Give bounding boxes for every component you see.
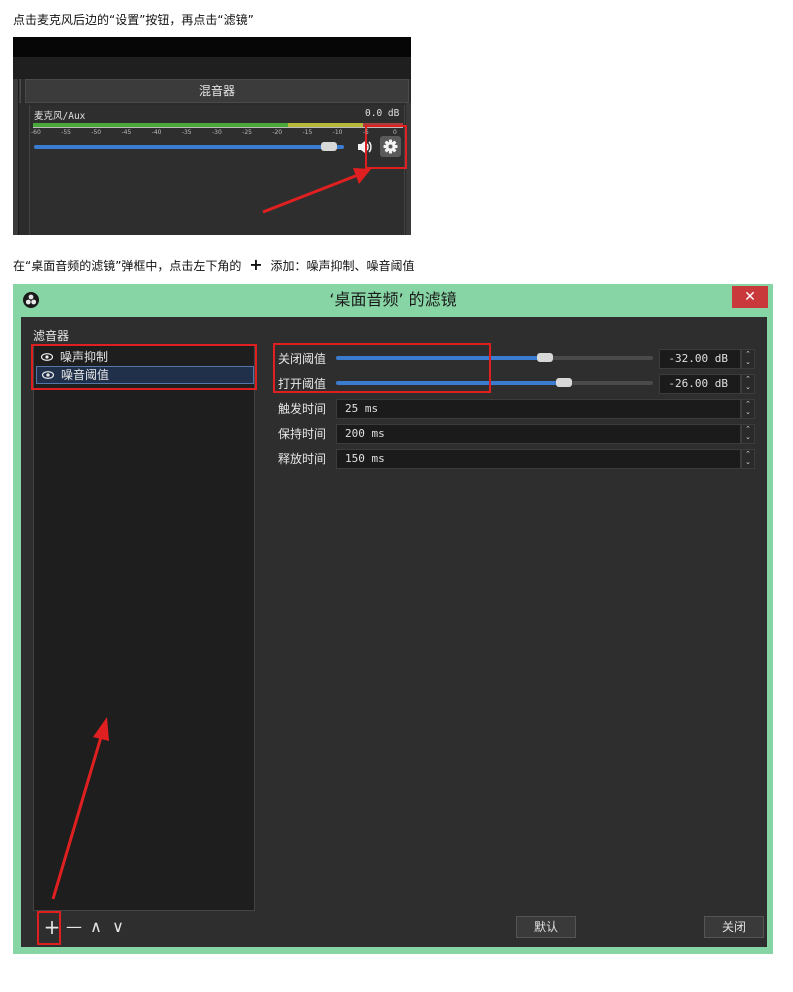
- mixer-source-name: 麦克风/Aux: [34, 111, 86, 122]
- annotation-arrow-add: [51, 717, 109, 900]
- annotation-highlight-filters: [31, 344, 257, 390]
- move-down-button[interactable]: ∨: [107, 916, 129, 940]
- meter-tick-label: -45: [121, 129, 132, 136]
- annotation-highlight-thresholds: [273, 343, 491, 393]
- filters-window: ‘桌面音频’ 的滤镜 ✕ 滤音器 噪声抑制 噪音阈值 关闭阈值 -32.00 d…: [13, 284, 773, 954]
- defaults-button[interactable]: 默认: [516, 916, 576, 938]
- left-dock-edge: [13, 79, 19, 235]
- open-threshold-input[interactable]: -26.00 dB: [659, 374, 741, 394]
- obs-logo-icon: [23, 292, 39, 308]
- release-time-input[interactable]: 150 ms: [336, 449, 741, 469]
- meter-tick-label: -40: [151, 129, 162, 136]
- open-threshold-slider-handle[interactable]: [556, 378, 573, 387]
- mixer-screenshot: 混音器 麦克风/Aux 0.0 dB -60 -55 -50 -45 -40 -…: [13, 37, 411, 235]
- attack-time-label: 触发时间: [278, 402, 327, 416]
- open-threshold-spin-arrows[interactable]: ⌃ ⌄: [741, 374, 755, 394]
- remove-filter-button[interactable]: —: [63, 916, 85, 940]
- mixer-db-value: 0.0 dB: [365, 108, 400, 119]
- meter-tick-label: -60: [31, 129, 41, 136]
- release-time-label: 释放时间: [278, 452, 327, 466]
- close-threshold-slider-handle[interactable]: [537, 353, 554, 362]
- close-threshold-input[interactable]: -32.00 dB: [659, 349, 741, 369]
- hold-time-label: 保持时间: [278, 427, 327, 441]
- hold-time-spin-arrows[interactable]: ⌃ ⌄: [741, 424, 755, 444]
- meter-tick-label: -35: [181, 129, 192, 136]
- annotation-highlight-add: [37, 911, 61, 945]
- window-close-button[interactable]: ✕: [732, 286, 768, 308]
- attack-time-spin-arrows[interactable]: ⌃ ⌄: [741, 399, 755, 419]
- meter-tick-label: -10: [332, 129, 343, 136]
- toolbar-band: [13, 57, 411, 79]
- mixer-dock-title: 混音器: [25, 79, 409, 103]
- window-top-bar: [13, 37, 411, 57]
- meter-tick-label: -30: [212, 129, 222, 136]
- meter-tick-label: -55: [61, 129, 71, 136]
- instruction-step-1: 点击麦克风后边的“设置”按钮，再点击“滤镜”: [13, 13, 254, 27]
- meter-tick-label: -50: [91, 129, 102, 136]
- release-time-spin-arrows[interactable]: ⌃ ⌄: [741, 449, 755, 469]
- volume-slider-track[interactable]: [34, 145, 344, 149]
- attack-time-input[interactable]: 25 ms: [336, 399, 741, 419]
- move-up-button[interactable]: ∧: [85, 916, 107, 940]
- volume-slider-handle[interactable]: [320, 142, 337, 151]
- meter-tick-label: 0: [393, 129, 397, 136]
- instruction-step-2-part-1: 在“桌面音频的滤镜”弹框中，点击左下角的: [13, 259, 242, 273]
- filters-window-content: 滤音器 噪声抑制 噪音阈值 关闭阈值 -32.00 dB ⌃ ⌄ 打开阈值 -2…: [21, 317, 767, 947]
- right-dock-edge: [406, 103, 411, 235]
- meter-tick-label: -15: [302, 129, 313, 136]
- filters-window-title: ‘桌面音频’ 的滤镜: [329, 290, 457, 309]
- instruction-plus-glyph: +: [249, 255, 263, 274]
- meter-tick-label: -20: [272, 129, 283, 136]
- annotation-arrow-settings: [262, 168, 371, 214]
- instruction-step-2: 在“桌面音频的滤镜”弹框中，点击左下角的 + 添加：噪声抑制、噪音阈值: [13, 257, 415, 274]
- hold-time-input[interactable]: 200 ms: [336, 424, 741, 444]
- filters-label: 滤音器: [33, 329, 70, 343]
- close-button[interactable]: 关闭: [704, 916, 764, 938]
- close-threshold-spin-arrows[interactable]: ⌃ ⌄: [741, 349, 755, 369]
- meter-tick-label: -5: [362, 129, 369, 136]
- instruction-step-2-part-2: 添加：噪声抑制、噪音阈值: [270, 259, 415, 273]
- meter-tick-label: -25: [242, 129, 252, 136]
